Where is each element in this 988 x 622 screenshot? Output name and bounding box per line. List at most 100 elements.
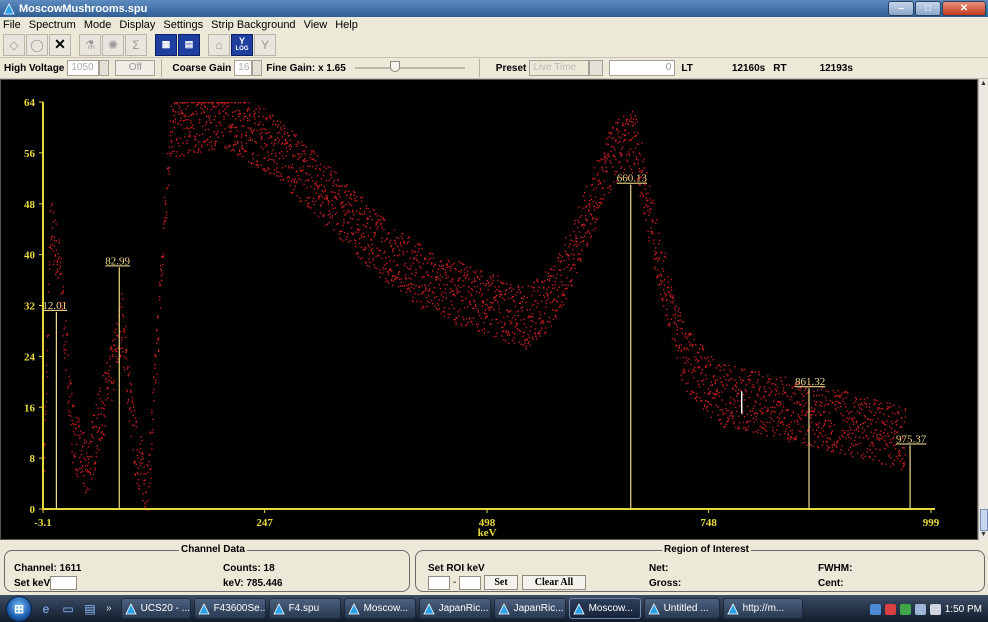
spectrum-point [52,250,55,252]
display-a-icon[interactable]: ▦ [155,33,177,56]
volume-icon[interactable] [929,603,941,615]
taskbar-item[interactable]: Moscow... [568,598,641,619]
scroll-thumb[interactable] [980,509,988,531]
spectrum-point [758,387,760,390]
roi-start-input[interactable] [428,576,450,590]
update-icon[interactable] [899,603,911,615]
spectrum-point [508,342,510,344]
start-button[interactable]: ⊞ [6,595,32,622]
spectrum-point [825,399,828,401]
spectrum-point [508,331,510,333]
calibrate-icon[interactable]: ⚗ [79,33,101,56]
open-icon[interactable]: ◇ [3,33,25,56]
coarse-gain-input[interactable]: 16 [234,60,253,76]
log-scale-icon[interactable]: Y LOG [231,33,253,56]
spectrum-point [679,319,681,321]
save-icon[interactable]: ◯ [26,33,48,56]
scroll-up-icon[interactable]: ▲ [979,79,988,89]
spectrum-point [706,406,709,408]
switch-windows-icon[interactable]: ▤ [82,601,98,617]
taskbar-item[interactable]: Untitled ... [643,598,720,619]
spectrum-point [286,142,289,144]
app-task-icon [497,602,510,614]
home-icon[interactable]: ⌂ [208,33,230,56]
roi-clear-all-button[interactable]: Clear All [522,575,586,590]
spectrum-point [170,105,173,107]
spectrum-point [606,158,608,160]
spectrum-point [724,387,726,390]
spectrum-point [414,245,416,248]
fine-gain-slider-thumb[interactable] [389,61,400,72]
security-icon[interactable] [884,603,896,615]
spectrum-point [158,350,160,352]
menu-view[interactable]: View [304,19,328,31]
spectrum-point [68,410,70,412]
taskbar-item[interactable]: UCS20 - ... [120,598,191,619]
maximize-button[interactable]: □ [915,1,941,16]
spectrum-chart[interactable]: 0816243240485664-3.1 247 498 748 999keV12.01… [1,80,977,539]
spectrum-point [705,357,708,360]
spectrum-point [385,257,387,259]
spectrum-point [584,235,586,238]
spectrum-point [533,287,535,289]
menu-file[interactable]: File [3,19,21,31]
spectrum-point [507,315,509,318]
high-voltage-input[interactable]: 1050 [67,60,100,76]
preset-input[interactable]: 0 [609,60,676,76]
spectrum-point [655,247,657,249]
spectrum-point [891,420,893,423]
fine-gain-slider[interactable] [354,60,465,76]
peak-icon[interactable]: Y [254,33,276,56]
sum-icon[interactable]: Σ [125,33,147,56]
show-desktop-icon[interactable]: ▭ [60,601,76,617]
scroll-down-icon[interactable]: ▼ [979,530,988,540]
minimize-button[interactable]: – [888,1,914,16]
clock[interactable]: 1:50 PM [945,604,982,615]
taskbar-item[interactable]: Moscow... [343,598,416,619]
spectrum-point [847,392,849,394]
spectrum-point [674,309,676,311]
spectrum-point [323,214,326,217]
internet-explorer-icon[interactable]: e [38,601,54,617]
preset-select[interactable]: Live Time [529,60,590,76]
menu-mode[interactable]: Mode [84,19,112,31]
coarse-gain-spinner[interactable] [252,60,263,76]
clear-icon[interactable]: ✺ [102,33,124,56]
menu-spectrum[interactable]: Spectrum [29,19,76,31]
spectrum-point [764,388,766,390]
spectrum-point [390,268,392,270]
taskbar-item[interactable]: F43600Se... [193,598,266,619]
spectrum-point [322,170,325,173]
roi-end-input[interactable] [459,576,481,590]
close-window-button[interactable]: ✕ [942,1,986,16]
high-voltage-toggle[interactable]: Off [115,60,156,76]
spectrum-point [680,344,682,346]
spectrum-point [670,286,673,288]
spectrum-point [574,264,576,266]
spectrum-point [77,434,79,436]
quick-launch-more[interactable]: » [106,603,112,614]
menu-help[interactable]: Help [335,19,358,31]
taskbar-item[interactable]: F4.spu [268,598,341,619]
close-icon[interactable]: ✕ [49,33,71,56]
network-icon[interactable] [869,603,881,615]
spectrum-point [79,437,81,439]
taskbar-item[interactable]: JapanRic... [418,598,491,619]
spectrum-display[interactable]: 0 8 16 24 32 40 48 56 64 -3.1 247 498 748 999 keV 12.01… [0,79,978,540]
menu-strip-background[interactable]: Strip Background [211,19,295,31]
spectrum-point [332,182,334,184]
spectrum-point [524,338,526,341]
high-voltage-spinner[interactable] [99,60,110,76]
spectrum-point [447,316,449,319]
taskbar-item[interactable]: JapanRic... [493,598,566,619]
vertical-scrollbar[interactable]: ▲ ▼ [978,79,988,540]
menu-settings[interactable]: Settings [163,19,203,31]
set-kev-input[interactable] [50,576,77,590]
spectrum-point [756,412,758,414]
menu-display[interactable]: Display [119,19,155,31]
preset-dropdown-icon[interactable] [589,60,604,76]
roi-set-button[interactable]: Set [484,575,518,590]
display-b-icon[interactable]: ▤ [178,33,200,56]
taskbar-item[interactable]: http://m... [722,598,803,619]
wireless-icon[interactable] [914,603,926,615]
